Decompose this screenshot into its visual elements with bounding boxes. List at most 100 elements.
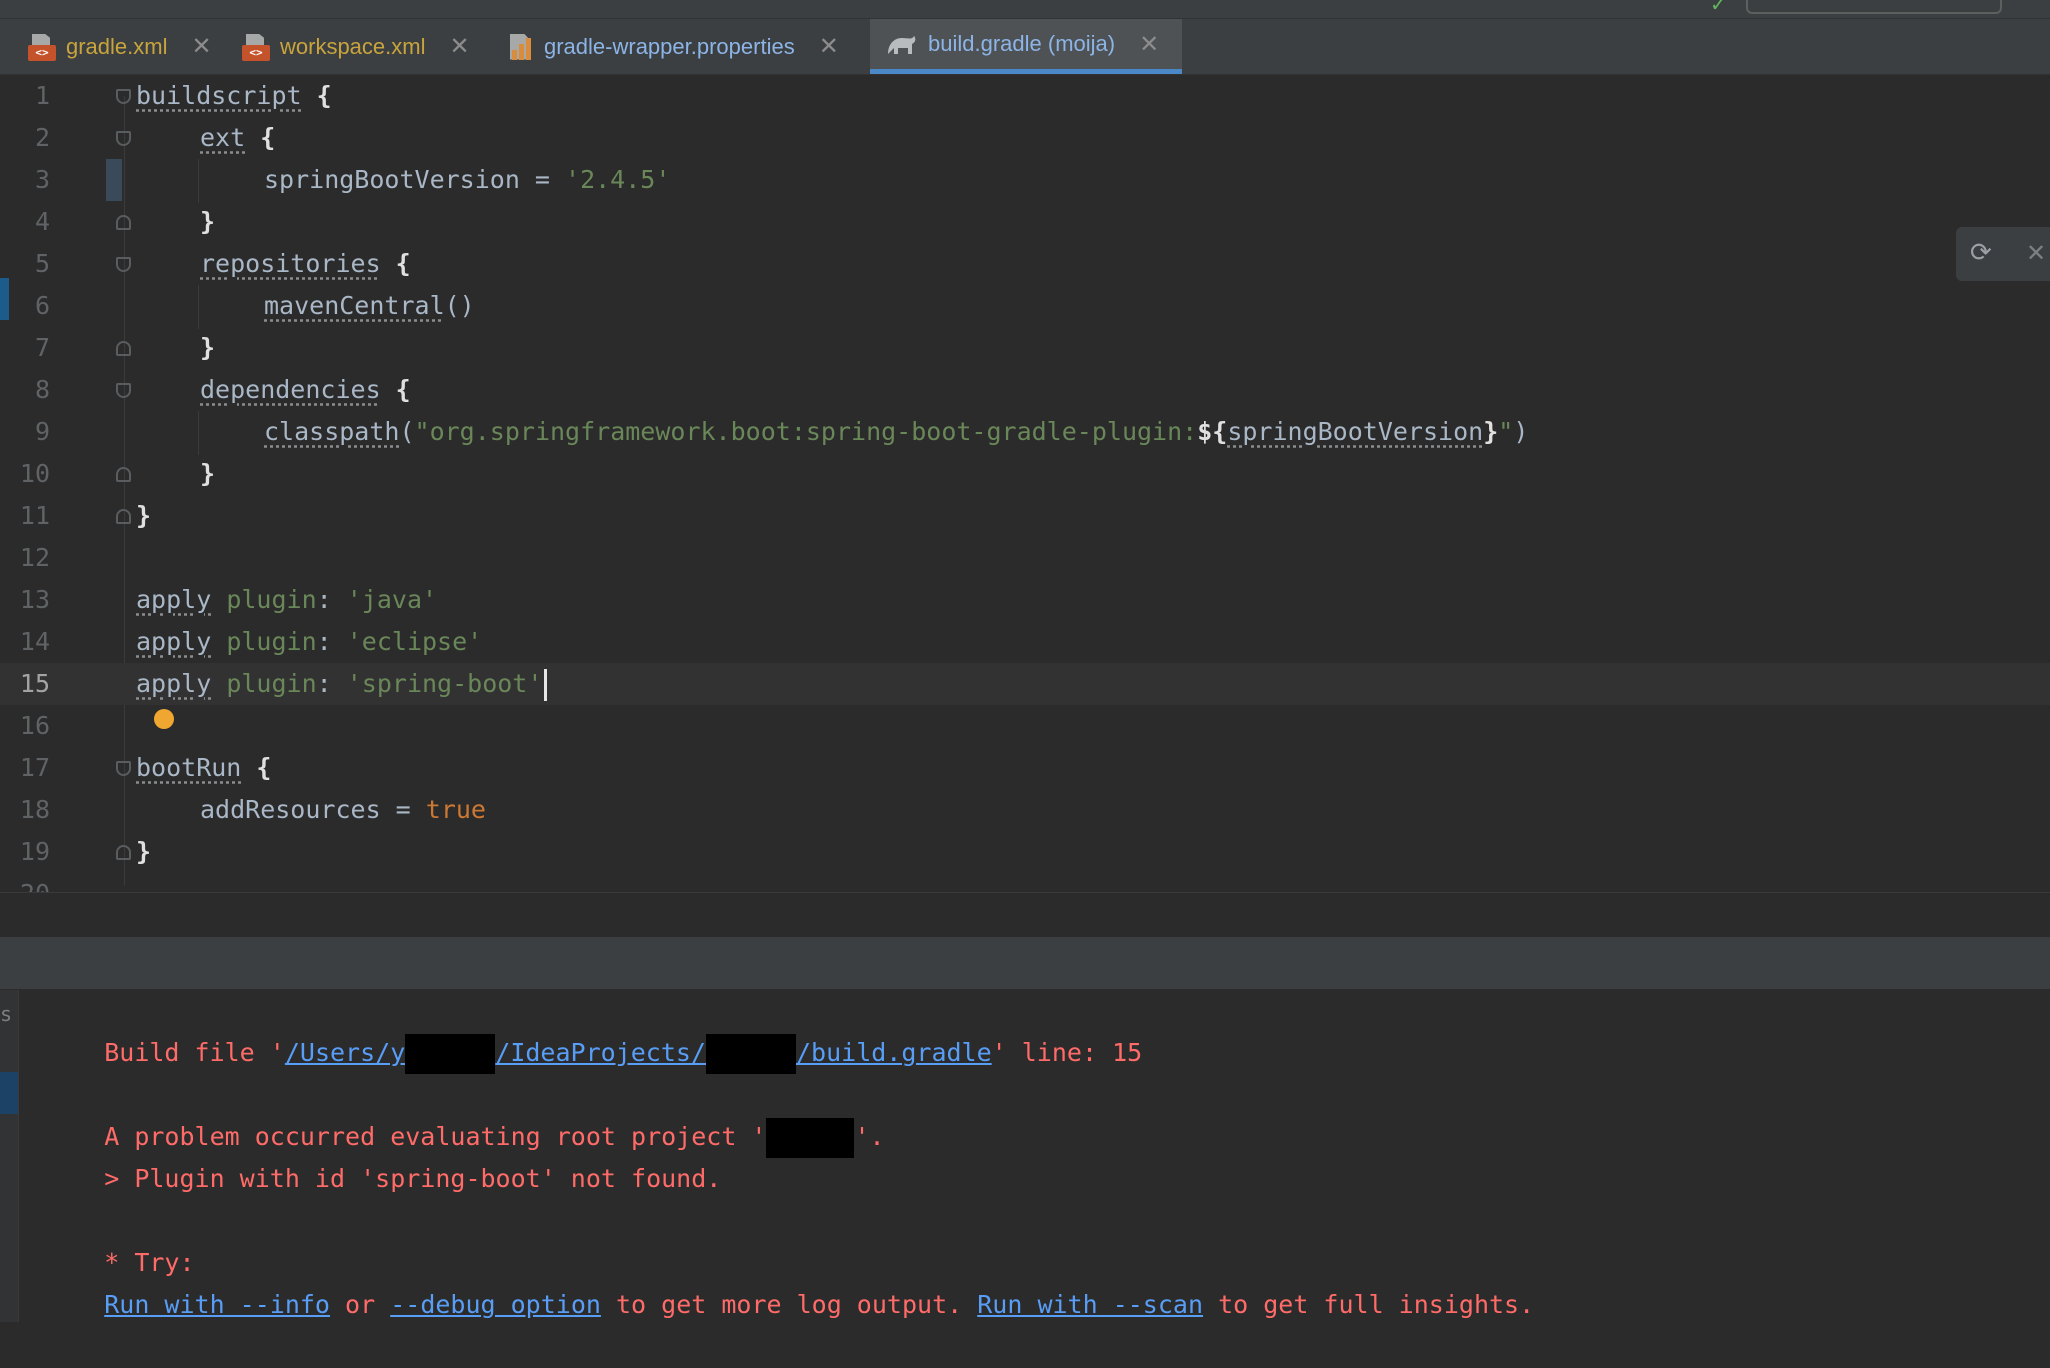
- fold-icon[interactable]: [116, 89, 131, 104]
- run-with-info-link[interactable]: Run with --info: [104, 1290, 330, 1319]
- run-with-scan-link[interactable]: Run with --scan: [977, 1290, 1203, 1319]
- debug-option-link[interactable]: --debug option: [390, 1290, 601, 1319]
- line-number: 18: [19, 795, 50, 824]
- line-number: 2: [34, 123, 50, 152]
- code-line[interactable]: 12: [0, 537, 2050, 579]
- gradle-sync-icon[interactable]: ⟳: [1970, 237, 1992, 268]
- properties-file-icon: [506, 33, 534, 61]
- code-text: dependencies {: [200, 375, 411, 404]
- text-caret: [544, 669, 548, 701]
- tab-label: workspace.xml: [280, 33, 426, 59]
- line-number: 11: [19, 501, 50, 530]
- fold-icon[interactable]: [116, 383, 131, 398]
- output-line: A problem occurred evaluating root proje…: [44, 1074, 885, 1158]
- code-line[interactable]: 2 ext {: [0, 117, 2050, 159]
- redacted-block: [405, 1034, 496, 1074]
- code-text: }: [200, 207, 216, 236]
- code-text: repositories {: [200, 249, 411, 278]
- fold-icon[interactable]: [116, 215, 131, 230]
- code-line[interactable]: 4 }: [0, 201, 2050, 243]
- redacted-block: [766, 1118, 855, 1158]
- tab-gradle-wrapper-properties[interactable]: gradle-wrapper.properties ✕: [506, 19, 839, 74]
- line-number: 14: [19, 627, 50, 656]
- code-line[interactable]: 18 addResources = true: [0, 789, 2050, 831]
- editor-tab-bar: <> gradle.xml ✕ <> workspace.xml ✕ gradl…: [0, 19, 2050, 75]
- code-text: apply plugin: 'java': [136, 585, 438, 614]
- fold-icon[interactable]: [116, 467, 131, 482]
- code-text: }: [200, 333, 216, 362]
- line-number: 4: [34, 207, 50, 236]
- tab-build-gradle[interactable]: build.gradle (moija) ✕: [870, 19, 1182, 74]
- line-number: 3: [34, 165, 50, 194]
- code-text: }: [136, 837, 152, 866]
- fold-icon[interactable]: [116, 509, 131, 524]
- close-icon[interactable]: ✕: [1139, 30, 1159, 59]
- fold-icon[interactable]: [116, 131, 131, 146]
- close-icon[interactable]: ✕: [449, 32, 469, 61]
- line-number: 6: [34, 291, 50, 320]
- code-line[interactable]: 19 }: [0, 831, 2050, 873]
- lightbulb-icon[interactable]: [154, 709, 174, 729]
- output-side-strip: s: [0, 990, 19, 1322]
- line-number: 8: [34, 375, 50, 404]
- output-line: Run with --info or --debug option to get…: [104, 1290, 1535, 1319]
- file-path-link[interactable]: /IdeaProjects/: [495, 1038, 706, 1067]
- code-line[interactable]: 20: [0, 873, 2050, 892]
- tab-gradle-xml[interactable]: <> gradle.xml ✕: [28, 19, 212, 74]
- code-line[interactable]: 9 classpath("org.springframework.boot:sp…: [0, 411, 2050, 453]
- code-line[interactable]: 1 buildscript {: [0, 75, 2050, 117]
- code-line[interactable]: 16: [0, 705, 2050, 747]
- code-line[interactable]: 3 springBootVersion = '2.4.5': [0, 159, 2050, 201]
- output-line: Build file '/Users/y/IdeaProjects//build…: [44, 990, 1142, 1074]
- line-number: 17: [19, 753, 50, 782]
- close-icon[interactable]: ✕: [819, 32, 839, 61]
- code-line[interactable]: 13 apply plugin: 'java': [0, 579, 2050, 621]
- output-line: > Plugin with id 'spring-boot' not found…: [104, 1164, 722, 1193]
- code-text: mavenCentral(): [264, 291, 475, 320]
- line-number: 1: [34, 81, 50, 110]
- fold-icon[interactable]: [116, 341, 131, 356]
- code-line[interactable]: 8 dependencies {: [0, 369, 2050, 411]
- code-text: apply plugin: 'eclipse': [136, 627, 483, 656]
- code-text: bootRun {: [136, 753, 272, 782]
- output-line: * Try:: [104, 1248, 195, 1277]
- code-line[interactable]: 17 bootRun {: [0, 747, 2050, 789]
- file-path-link[interactable]: /Users/y: [285, 1038, 405, 1067]
- code-text: apply plugin: 'spring-boot': [136, 663, 548, 705]
- code-text: buildscript {: [136, 81, 332, 110]
- code-text: }: [136, 501, 152, 530]
- tab-label: gradle-wrapper.properties: [544, 33, 795, 59]
- build-output-console[interactable]: s Build file '/Users/y/IdeaProjects//bui…: [0, 990, 2050, 1322]
- code-line[interactable]: 10 }: [0, 453, 2050, 495]
- file-path-link[interactable]: /build.gradle: [796, 1038, 992, 1067]
- tab-label: build.gradle (moija): [928, 31, 1116, 56]
- code-line[interactable]: 11 }: [0, 495, 2050, 537]
- code-text: springBootVersion = '2.4.5': [264, 165, 671, 194]
- code-text: }: [200, 459, 216, 488]
- code-line[interactable]: 7 }: [0, 327, 2050, 369]
- code-line[interactable]: 14 apply plugin: 'eclipse': [0, 621, 2050, 663]
- line-number: 7: [34, 333, 50, 362]
- toolbar-field[interactable]: [1746, 0, 2002, 14]
- checkmark-icon[interactable]: ✓: [1710, 0, 1727, 17]
- code-line-current[interactable]: 15 apply plugin: 'spring-boot': [0, 663, 2050, 705]
- code-text: ext {: [200, 123, 276, 152]
- fold-icon[interactable]: [116, 845, 131, 860]
- code-editor[interactable]: 1 buildscript { 2 ext { 3 springBootVers…: [0, 75, 2050, 892]
- tab-workspace-xml[interactable]: <> workspace.xml ✕: [242, 19, 470, 74]
- gradle-file-icon: [886, 30, 918, 58]
- warning-marker-icon[interactable]: [2040, 167, 2050, 183]
- close-icon[interactable]: ✕: [191, 32, 211, 61]
- line-number: 12: [19, 543, 50, 572]
- tab-label: gradle.xml: [66, 33, 168, 59]
- code-line[interactable]: 5 repositories {: [0, 243, 2050, 285]
- fold-icon[interactable]: [116, 257, 131, 272]
- build-panel-header: [0, 937, 2050, 989]
- code-line[interactable]: 6 mavenCentral(): [0, 285, 2050, 327]
- line-number: 13: [19, 585, 50, 614]
- fold-icon[interactable]: [116, 761, 131, 776]
- xml-file-icon: <>: [28, 33, 56, 61]
- panel-splitter[interactable]: [0, 892, 2050, 937]
- close-icon[interactable]: ✕: [2026, 239, 2046, 268]
- xml-file-icon: <>: [242, 33, 270, 61]
